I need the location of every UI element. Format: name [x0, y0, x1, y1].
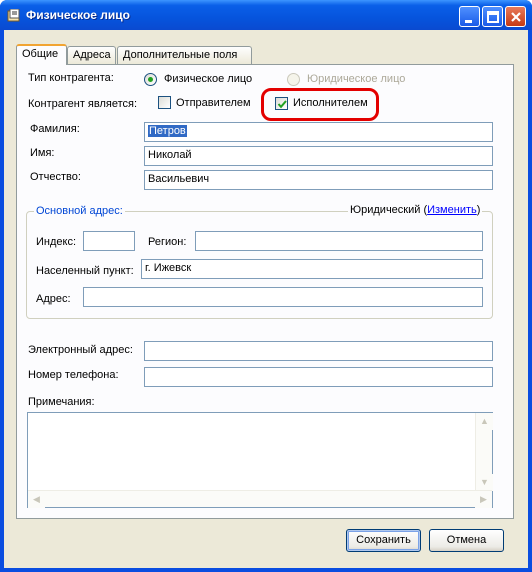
radio-individual-label[interactable]: Физическое лицо — [164, 73, 252, 85]
save-button[interactable]: Сохранить — [346, 529, 421, 552]
notes-textarea[interactable]: ▲ ▼ ◀ ▶ — [27, 412, 493, 508]
patronymic-input[interactable]: Васильевич — [144, 170, 493, 190]
role-label: Контрагент является: — [28, 98, 138, 110]
last-name-label: Фамилия: — [30, 123, 80, 135]
radio-selected-dot — [148, 77, 153, 82]
first-name-input[interactable]: Николай — [144, 146, 493, 166]
phone-input[interactable] — [144, 367, 493, 387]
region-input[interactable] — [195, 231, 483, 251]
scroll-down-icon[interactable]: ▼ — [476, 474, 493, 491]
scroll-left-icon[interactable]: ◀ — [28, 491, 45, 508]
address-group-title: Основной адрес: — [34, 205, 125, 217]
sender-checkbox[interactable] — [158, 96, 171, 109]
close-button[interactable] — [505, 6, 526, 27]
region-label: Регион: — [148, 236, 187, 248]
address-input[interactable] — [83, 287, 483, 307]
maximize-button[interactable] — [482, 6, 503, 27]
radio-legal-entity — [287, 73, 300, 86]
change-address-link[interactable]: Изменить — [427, 204, 477, 216]
notes-horizontal-scrollbar[interactable]: ◀ ▶ — [28, 490, 492, 508]
scroll-up-icon[interactable]: ▲ — [476, 413, 493, 430]
title-bar[interactable]: Физическое лицо — [0, 0, 532, 30]
email-input[interactable] — [144, 341, 493, 361]
patronymic-label: Отчество: — [30, 171, 81, 183]
last-name-input[interactable]: Петров — [144, 122, 493, 142]
index-label: Индекс: — [36, 236, 77, 248]
locality-label: Населенный пункт: — [36, 265, 134, 277]
first-name-label: Имя: — [30, 147, 55, 159]
minimize-button[interactable] — [459, 6, 480, 27]
phone-label: Номер телефона: — [28, 369, 119, 381]
radio-legal-entity-label: Юридическое лицо — [307, 73, 406, 85]
tab-additional-fields[interactable]: Дополнительные поля — [117, 46, 252, 64]
email-label: Электронный адрес: — [28, 344, 133, 356]
cancel-button[interactable]: Отмена — [429, 529, 504, 552]
address-label: Адрес: — [36, 293, 71, 305]
tab-addresses[interactable]: Адреса — [67, 46, 116, 64]
last-name-value: Петров — [148, 125, 187, 137]
highlight-annotation — [261, 88, 379, 121]
index-input[interactable] — [83, 231, 135, 251]
counterparty-type-label: Тип контрагента: — [28, 72, 114, 84]
notes-label: Примечания: — [28, 396, 95, 408]
sender-checkbox-label[interactable]: Отправителем — [176, 97, 251, 109]
address-card-icon — [7, 9, 20, 22]
radio-individual[interactable] — [144, 73, 157, 86]
minimize-icon — [465, 20, 472, 23]
address-kind-close: ) — [476, 204, 481, 216]
address-kind-text: Юридический ( — [350, 204, 428, 216]
locality-input[interactable]: г. Ижевск — [141, 259, 483, 279]
close-icon — [511, 12, 521, 22]
notes-vertical-scrollbar[interactable]: ▲ ▼ — [475, 413, 493, 491]
address-kind: Юридический (Изменить) — [348, 204, 483, 216]
scroll-right-icon[interactable]: ▶ — [475, 491, 492, 508]
tab-general[interactable]: Общие — [16, 44, 67, 65]
maximize-icon — [487, 11, 499, 23]
window-title: Физическое лицо — [26, 8, 131, 22]
